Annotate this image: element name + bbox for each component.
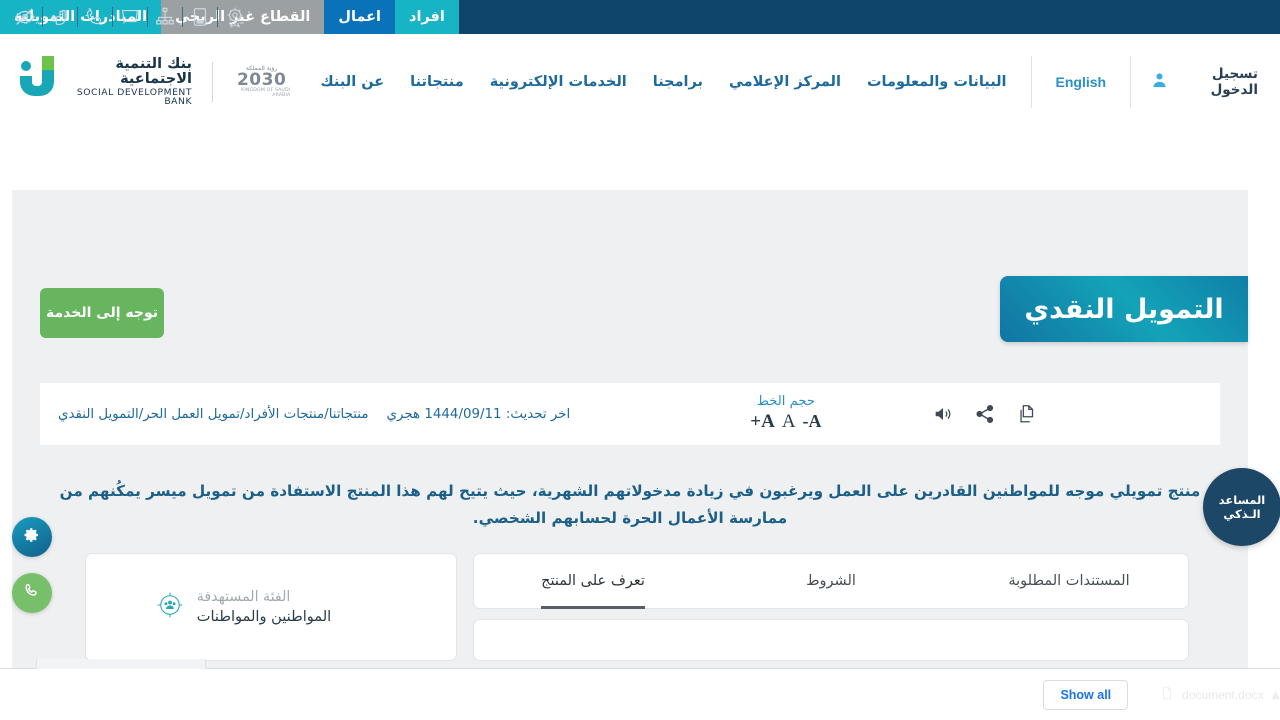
hero-row: التمويل النقدي توجه إلى الخدمة [12,276,1248,358]
chevron-up-icon[interactable]: ▲ [1272,688,1280,701]
breadcrumb[interactable]: منتجاتنا/منتجات الأفراد/تمويل العمل الحر… [40,407,387,422]
copy-icon[interactable] [1016,403,1038,425]
audience-tab-business[interactable]: اعمال [324,0,395,34]
last-updated-text: اخر تحديث: 1444/09/11 هجري [386,406,571,422]
language-label: English [1055,74,1107,90]
contact-call-button[interactable] [12,573,52,613]
nav-item-about[interactable]: عن البنك [320,74,384,90]
tab-about-product[interactable]: تعرف على المنتج [474,553,712,609]
sign-language-icon[interactable] [43,0,77,34]
go-to-service-label: توجه إلى الخدمة [46,305,158,321]
show-all-label: Show all [1060,687,1112,702]
target-category-card: الفئة المستهدفة المواطنين والمواطنات [85,553,457,661]
tab-label: تعرف على المنتج [541,573,645,589]
page-info-bar: منتجاتنا/منتجات الأفراد/تمويل العمل الحر… [40,383,1220,445]
user-icon [1151,71,1168,93]
nav-item-programs[interactable]: برامجنا [653,74,703,90]
product-tabs: تعرف على المنتج الشروط المستندات المطلوب… [473,553,1189,609]
share-icon[interactable] [974,403,996,425]
accessibility-settings-button[interactable] [12,517,52,557]
mobile-icon[interactable] [183,0,217,34]
font-size-label: حجم الخط [756,393,816,409]
tab-content-panel [473,619,1189,661]
award-icon[interactable] [218,0,252,34]
go-to-service-button[interactable]: توجه إلى الخدمة [40,288,164,338]
smart-assistant-button[interactable]: المساعد الـذكي [1203,468,1280,546]
login-label: تسجيل الدخول [1210,66,1258,98]
screen-icon[interactable] [113,0,147,34]
nav-item-eservices[interactable]: الخدمات الإلكترونية [490,74,627,90]
target-category-value: المواطنين والمواطنات [196,608,332,625]
language-switcher[interactable]: English [1030,56,1131,108]
font-size-buttons: A+ A A- [750,410,821,434]
target-category-label: الفئة المستهدفة [196,589,291,605]
download-item[interactable]: document.docx ▲ [1160,685,1280,705]
show-all-downloads-button[interactable]: Show all [1043,679,1129,710]
page-title: التمويل النقدي [1000,276,1248,342]
audience-tab-label: اعمال [338,9,381,25]
tab-required-documents[interactable]: المستندات المطلوبة [950,553,1188,609]
audience-tab-label: افراد [409,9,445,25]
font-normal-button[interactable]: A [782,410,796,434]
nav-item-products[interactable]: منتجاتنا [410,74,464,90]
login-button[interactable]: تسجيل الدخول [1130,56,1280,108]
file-icon [1160,685,1174,705]
vision-2030-logo: رؤية المملكة 2030 KINGDOM OF SAUDI ARABI… [233,65,291,98]
page-title-text: التمويل النقدي [1024,293,1224,325]
audience-tab-individuals[interactable]: افراد [395,0,459,34]
font-decrease-button[interactable]: A- [803,410,822,433]
font-increase-button[interactable]: A+ [750,410,775,434]
site-logo[interactable]: بنك التنمية الاجتماعية SOCIAL DEVELOPMEN… [0,54,290,110]
bank-logo-icon [12,54,56,110]
logo-name-en: SOCIAL DEVELOPMENT BANK [76,86,193,108]
assistant-line-2: الـذكي [1223,507,1261,521]
download-tab-stub [36,659,206,669]
gear-icon [23,526,41,548]
logo-name-ar: بنك التنمية الاجتماعية [115,56,193,88]
nav-item-data-information[interactable]: البيانات والمعلومات [867,74,1007,90]
divider [212,62,213,102]
product-page-panel: التمويل النقدي توجه إلى الخدمة منتجاتنا/… [12,190,1248,668]
nav-item-media-center[interactable]: المركز الإعلامي [729,74,841,90]
speaker-icon[interactable] [932,403,954,425]
top-utility-bar: افراد اعمال القطاع غير الربحي المبادرات … [0,0,1280,34]
browser-download-bar: document.docx ▲ Show all [0,659,1280,720]
target-users-icon [155,590,185,624]
logo-text: بنك التنمية الاجتماعية SOCIAL DEVELOPMEN… [64,56,193,108]
product-description: منتج تمويلي موجه للمواطنين القادرين على … [59,482,1201,527]
sitemap-icon[interactable] [148,0,182,34]
tab-label: المستندات المطلوبة [1008,573,1130,589]
font-size-control: حجم الخط A+ A A- [750,394,821,434]
tab-label: الشروط [806,573,856,589]
site-header: بنك التنمية الاجتماعية SOCIAL DEVELOPMEN… [0,34,1280,130]
download-file-name: document.docx [1182,687,1264,702]
phone-icon [23,582,41,604]
main-navigation: عن البنك منتجاتنا الخدمات الإلكترونية بر… [320,74,1006,90]
assistant-line-1: المساعد [1218,492,1266,507]
page-actions [932,403,1038,425]
tab-conditions[interactable]: الشروط [712,553,950,609]
vision-bottom-text: KINGDOM OF SAUDI ARABIA [241,87,291,98]
eye-off-icon[interactable] [8,0,42,34]
accessibility-toolbar [0,0,252,34]
phone-icon[interactable] [78,0,112,34]
vision-number: 2030 [236,69,287,90]
